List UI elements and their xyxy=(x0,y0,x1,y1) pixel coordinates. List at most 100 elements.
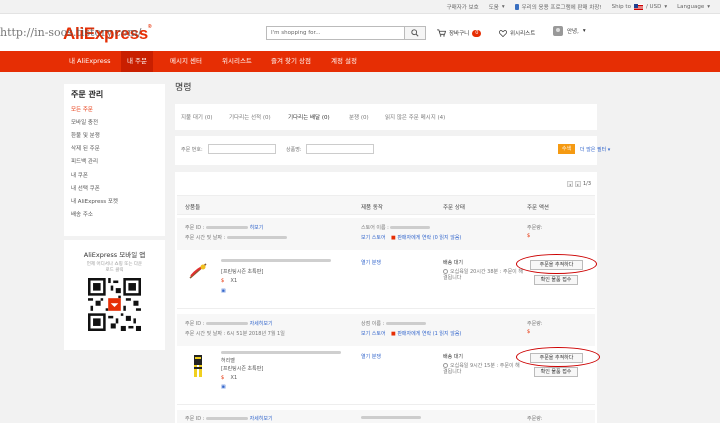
wishlist-link[interactable]: 위시리스트 xyxy=(499,29,535,37)
column-products: 상품들 xyxy=(185,205,201,211)
language-selector[interactable]: Language ▾ xyxy=(677,3,710,11)
help-link[interactable]: 도움 ▾ xyxy=(489,3,505,11)
nav-my-orders[interactable]: 내 주문 xyxy=(121,51,154,72)
order-time: 주문 시간 및 날짜 : 6시 51분 2018년 7월 1일 xyxy=(185,331,285,337)
search-input[interactable]: I'm shopping for... xyxy=(266,26,426,40)
order-header: 주문 ID : 자세히보기 주문 시간 및 날짜 : 6시 51분 2018년 … xyxy=(177,314,595,346)
open-dispute-link[interactable]: 열기 분쟁 xyxy=(361,259,381,266)
cart-count-badge: 0 xyxy=(472,29,482,37)
order-amount: $ xyxy=(527,233,531,239)
tab-disputes[interactable]: 분쟁 (0) xyxy=(349,113,369,121)
column-order-action: 주문 액션 xyxy=(527,205,549,211)
main-nav: 내 AliExpress 내 주문 메시지 센터 위시리스트 즐겨 찾기 상점 … xyxy=(0,51,720,72)
order-id: 주문 ID : 자세히보기 xyxy=(185,321,273,327)
auto-confirm-countdown: 오십육일 20시간 38분 : 주문이 해결됩니다 xyxy=(443,269,523,281)
cart-label: 장바구니 xyxy=(449,31,470,37)
order-detail-link[interactable]: 자세히보기 xyxy=(250,321,273,327)
sidebar-item-all-orders[interactable]: 모든 주문 xyxy=(64,102,165,115)
order-id: 주문 ID : 자세히보기 xyxy=(185,416,273,422)
order-amount-label: 주문량: xyxy=(527,416,543,422)
order-detail-link[interactable]: 히보기 xyxy=(250,225,264,231)
pagination: ◂ ▸ 1/3 xyxy=(566,181,591,187)
column-order-status: 주문 상태 xyxy=(443,205,465,211)
chevron-down-icon: ▾ xyxy=(707,4,710,10)
sidebar-item-pocket[interactable]: 내 AliExpress 포켓 xyxy=(64,194,165,207)
cart-icon xyxy=(437,29,446,37)
nav-account-settings[interactable]: 계정 설정 xyxy=(325,51,363,72)
snapshot-icon[interactable]: ▣ xyxy=(221,384,226,390)
us-flag-icon xyxy=(633,4,643,10)
order-row: 주문 ID : 자세히보기 주문량: xyxy=(177,410,595,423)
clock-icon xyxy=(443,269,448,274)
app-promo-subtitle: 언제 어디서나 쇼핑 또는 다운로드 클릭 xyxy=(86,262,143,273)
app-promo-title: AliExpress 모바일 앱 xyxy=(83,251,146,259)
order-filter-bar: 주문 번호: 상품명: 수색 더 많은 필터 ▾ xyxy=(175,136,610,165)
greeting-label: 안녕, xyxy=(567,29,579,35)
product-quantity: $ X1 xyxy=(221,375,238,381)
order-list: ◂ ▸ 1/3 상품들 제품 동작 주문 상태 주문 액션 주문 ID : 히보… xyxy=(175,172,600,423)
order-time: 주문 시간 및 날짜 : xyxy=(185,234,287,241)
order-status-tabs: 지불 대기 (0) 기다리는 선적 (0) 기다리는 배달 (0) 분쟁 (0)… xyxy=(175,104,597,130)
order-table-header: 상품들 제품 동작 주문 상태 주문 액션 xyxy=(177,195,595,215)
order-amount: $ xyxy=(527,329,531,335)
order-amount-label: 주문량: xyxy=(527,321,543,327)
cart-link[interactable]: 장바구니 0 xyxy=(437,29,482,37)
sidebar-item-mobile-recharge[interactable]: 모바일 충전 xyxy=(64,115,165,128)
contact-seller-link[interactable]: ■ 판매자에게 연락 (0 읽지 않음) xyxy=(391,234,461,241)
product-title[interactable] xyxy=(221,258,331,264)
sidebar-item-feedback[interactable]: 피드백 관리 xyxy=(64,155,165,168)
nav-message-center[interactable]: 메시지 센터 xyxy=(164,51,208,72)
sidebar-item-coupons[interactable]: 내 쿠폰 xyxy=(64,168,165,181)
search-icon xyxy=(411,29,419,37)
prev-page-button[interactable]: ◂ xyxy=(566,181,573,187)
order-item: 허리벨 [프린팅시즌 초특판] $ X1 ▣ 열기 분쟁 배송 대기 오십육일 … xyxy=(177,346,600,404)
snapshot-icon[interactable]: ▣ xyxy=(221,288,226,294)
sidebar-item-deleted-orders[interactable]: 삭제 된 주문 xyxy=(64,142,165,155)
store-name xyxy=(361,415,421,421)
more-filters-link[interactable]: 더 많은 필터 ▾ xyxy=(580,146,610,153)
auto-confirm-countdown: 오십육일 9시간 15분 : 주문이 해결됩니다 xyxy=(443,363,520,375)
view-store-link[interactable]: 보기 스토어 xyxy=(361,330,386,337)
nav-my-aliexpress[interactable]: 내 AliExpress xyxy=(63,51,117,72)
tab-unread-messages[interactable]: 읽지 않은 주문 메시지 (4) xyxy=(385,113,445,121)
qr-code-image[interactable] xyxy=(88,278,141,331)
top-utility-bar: 구매자가 보호 도움 ▾ 우리의 응용 프로그램에 판매 차장! Ship to /… xyxy=(0,0,720,14)
sidebar-item-select-coupons[interactable]: 내 선택 쿠폰 xyxy=(64,181,165,194)
order-row: 주문 ID : 자세히보기 주문 시간 및 날짜 : 6시 51분 2018년 … xyxy=(177,314,600,405)
sidebar-item-shipping-address[interactable]: 배송 주소 xyxy=(64,208,165,221)
confirm-receipt-button[interactable]: 확인 물품 접수 xyxy=(534,275,578,285)
open-dispute-link[interactable]: 열기 분쟁 xyxy=(361,353,381,360)
product-quantity: $ X1 xyxy=(221,278,238,284)
order-header: 주문 ID : 자세히보기 주문량: xyxy=(177,410,595,423)
product-note: [프린팅시즌 초특판] xyxy=(221,366,264,372)
app-promo-link[interactable]: 우리의 응용 프로그램에 판매 차장! xyxy=(514,3,602,11)
tab-awaiting-shipment[interactable]: 기다리는 선적 (0) xyxy=(229,113,271,121)
avatar xyxy=(553,26,563,36)
nav-favorite-stores[interactable]: 즐겨 찾기 상점 xyxy=(265,51,317,72)
order-number-input[interactable] xyxy=(208,144,276,154)
sidebar-title: 주문 관리 xyxy=(71,90,104,99)
store-name: 상점 이름 : xyxy=(361,320,426,327)
view-store-link[interactable]: 보기 스토어 xyxy=(361,234,386,241)
buyer-protection-link[interactable]: 구매자가 보호 xyxy=(447,3,479,11)
confirm-receipt-button[interactable]: 확인 물품 접수 xyxy=(534,367,578,377)
product-title[interactable] xyxy=(221,350,341,356)
order-row: 주문 ID : 히보기 주문 시간 및 날짜 : 스토어 이름 : 보기 스토어… xyxy=(177,218,597,309)
search-button[interactable] xyxy=(404,26,426,40)
clock-icon xyxy=(443,363,448,368)
contact-seller-link[interactable]: ■ 판매자에게 연락 (1 읽지 않음) xyxy=(391,330,461,337)
product-thumbnail[interactable] xyxy=(188,352,208,380)
sidebar-item-refunds[interactable]: 환불 및 분쟁 xyxy=(64,128,165,141)
tab-awaiting-delivery[interactable]: 기다리는 배달 (0) xyxy=(288,113,330,121)
search-button[interactable]: 수색 xyxy=(558,144,575,154)
page-indicator: 1/3 xyxy=(582,181,591,187)
order-detail-link[interactable]: 자세히보기 xyxy=(250,416,273,422)
tab-awaiting-payment[interactable]: 지불 대기 (0) xyxy=(181,113,213,121)
ship-to-selector[interactable]: Ship to / USD ▾ xyxy=(612,3,667,11)
next-page-button[interactable]: ▸ xyxy=(574,181,581,187)
user-menu[interactable]: 안녕, ▾ xyxy=(553,26,586,36)
product-name-input[interactable] xyxy=(306,144,374,154)
nav-wishlist[interactable]: 위시리스트 xyxy=(216,51,258,72)
phone-icon xyxy=(514,4,519,10)
product-thumbnail[interactable] xyxy=(188,258,208,286)
